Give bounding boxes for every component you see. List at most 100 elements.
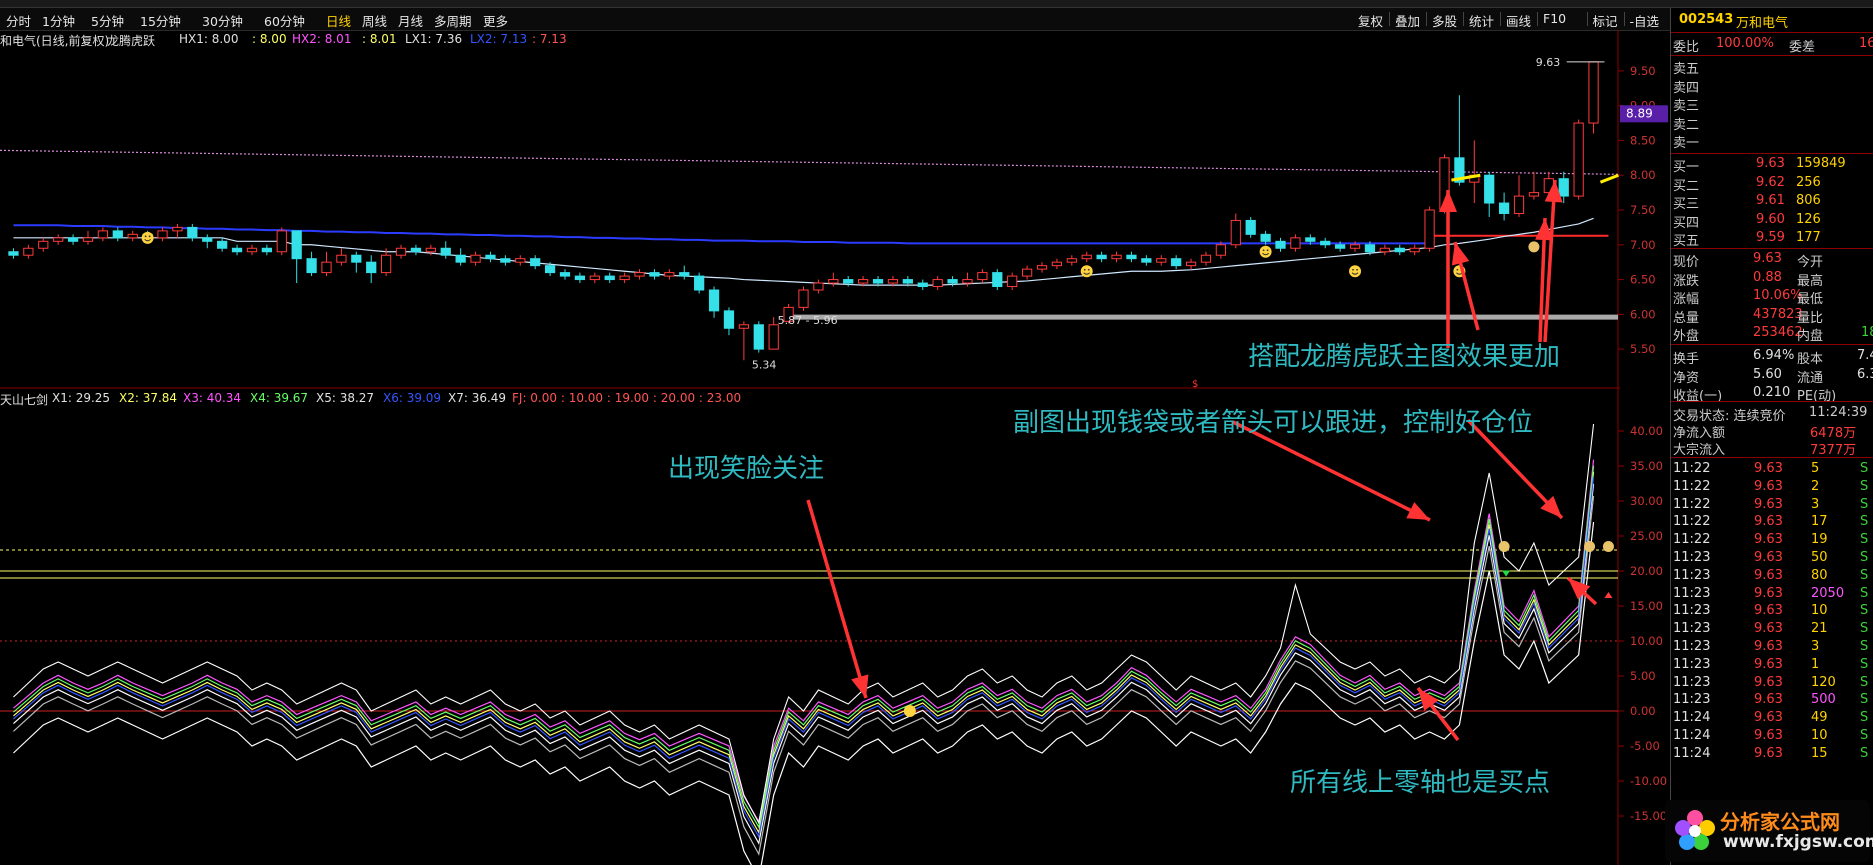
tick-row: 11:23 9.63 21 S <box>1671 621 1873 639</box>
tick-row: 11:23 9.63 80 S <box>1671 568 1873 586</box>
buy-volume: 256 <box>1796 174 1821 190</box>
tick-time: 11:23 <box>1673 692 1711 708</box>
candle-body <box>112 230 123 239</box>
toolbar-button-2[interactable]: 多股 <box>1432 11 1457 30</box>
dollar-mark: $ <box>1192 379 1198 390</box>
tick-time: 11:23 <box>1673 621 1711 637</box>
tick-price: 9.63 <box>1754 478 1783 494</box>
tick-row: 11:22 9.63 17 S <box>1671 514 1873 532</box>
candle-body <box>1230 219 1241 246</box>
current-price-label: 8.89 <box>1626 106 1653 120</box>
stat-value: 0.210 <box>1753 385 1791 401</box>
green-arrow-icon <box>1502 570 1511 577</box>
smiley-icon <box>1259 245 1272 258</box>
candle-body <box>500 258 511 263</box>
tick-side: S <box>1860 478 1869 494</box>
candle-body <box>1588 61 1599 124</box>
oscillator-line-X1 <box>13 521 1595 865</box>
period-tab-2[interactable]: 5分钟 <box>91 11 124 30</box>
candle-body <box>8 251 19 256</box>
toolbar-button-3[interactable]: 统计 <box>1469 11 1494 30</box>
stat-label-2: 股本 <box>1797 352 1824 367</box>
candle-body <box>380 254 392 274</box>
low-price-label: 5.34 <box>752 358 777 371</box>
tick-row: 11:24 9.63 15 S <box>1671 746 1873 764</box>
period-tab-7[interactable]: 周线 <box>362 11 387 30</box>
candle-body <box>306 258 317 274</box>
toolbar-button-6[interactable]: 标记 <box>1593 11 1618 30</box>
period-tab-4[interactable]: 30分钟 <box>202 11 243 30</box>
candle-body <box>276 230 287 253</box>
candle-body <box>246 247 258 253</box>
tick-price: 9.63 <box>1754 532 1783 548</box>
stat-value: 437823 <box>1753 306 1803 322</box>
buy-label: 买三 <box>1673 197 1700 213</box>
buy-price: 9.62 <box>1756 174 1785 190</box>
arrow-smile-head <box>851 674 869 698</box>
kline-chart: 9.509.008.508.007.507.006.506.005.5040.0… <box>0 30 1668 865</box>
candle-body <box>694 275 705 291</box>
candle-body <box>679 272 690 277</box>
weicha-label: 委差 <box>1789 40 1816 55</box>
candle-body <box>1349 244 1361 249</box>
smiley-eye <box>1352 268 1354 271</box>
y-tick-label: 6.50 <box>1630 273 1656 287</box>
tick-row: 11:22 9.63 19 S <box>1671 532 1873 550</box>
tick-time: 11:23 <box>1673 567 1711 583</box>
period-tab-10[interactable]: 更多 <box>483 11 508 30</box>
stat-value: 9.63 <box>1753 251 1782 266</box>
tick-side: S <box>1860 461 1869 476</box>
stat-label-2: 最低 <box>1797 292 1824 308</box>
buy-price: 9.63 <box>1756 156 1785 171</box>
candle-body <box>634 272 645 277</box>
candle-body <box>1573 122 1584 197</box>
candle-body <box>336 254 347 263</box>
smiley-eye <box>144 235 147 238</box>
stat-row: 总量 437823 量比 <box>1671 306 1873 326</box>
stat-row: 涨跌 0.88 最高 <box>1671 270 1873 289</box>
tick-side: S <box>1860 496 1869 512</box>
tick-side: S <box>1860 728 1869 743</box>
smiley-icon <box>141 231 154 244</box>
toolbar-button-4[interactable]: 画线 <box>1506 11 1531 30</box>
candle-body <box>1513 195 1525 214</box>
period-tab-6[interactable]: 日线 <box>326 11 351 30</box>
candle-body <box>351 254 362 263</box>
candle-body <box>947 279 958 284</box>
tick-side: S <box>1860 585 1869 601</box>
period-tab-8[interactable]: 月线 <box>398 11 423 30</box>
smiley-eye <box>148 235 151 238</box>
tick-volume: 15 <box>1811 745 1828 761</box>
logo-url: www.fxjgsw.com <box>1723 832 1873 852</box>
period-tab-9[interactable]: 多周期 <box>434 11 472 30</box>
buy-row: 买二 9.62 256 <box>1671 174 1873 194</box>
candle-body <box>67 237 79 242</box>
tick-price: 9.63 <box>1754 639 1783 654</box>
toolbar-button-5[interactable]: F10 <box>1543 11 1566 26</box>
sub-y-tick-label: -10.00 <box>1630 774 1667 788</box>
tick-side: S <box>1860 567 1869 583</box>
toolbar-button-7[interactable]: -自选 <box>1630 11 1660 30</box>
candle-body <box>962 279 973 284</box>
buy-volume: 177 <box>1796 230 1821 246</box>
tick-time: 11:23 <box>1673 639 1711 654</box>
candle-body <box>1096 254 1107 260</box>
candle-body <box>1021 268 1033 277</box>
tick-row: 11:24 9.63 10 S <box>1671 728 1873 746</box>
candle-body <box>917 282 928 288</box>
trade-time: 11:24:39 <box>1809 405 1868 420</box>
candle-body <box>1424 209 1435 249</box>
toolbar-button-0[interactable]: 复权 <box>1358 11 1383 30</box>
period-tab-3[interactable]: 15分钟 <box>140 11 181 30</box>
candle-body <box>425 247 436 253</box>
sub-y-tick-label: 5.00 <box>1630 669 1656 683</box>
smiley-icon <box>903 705 916 717</box>
period-tab-5[interactable]: 60分钟 <box>264 11 305 30</box>
candle-body <box>470 254 481 263</box>
period-tab-1[interactable]: 1分钟 <box>42 11 75 30</box>
period-tab-0[interactable]: 分时 <box>6 11 31 30</box>
sub-y-tick-label: 40.00 <box>1630 424 1663 438</box>
tick-price: 9.63 <box>1754 550 1783 565</box>
candle-body <box>455 254 466 263</box>
toolbar-button-1[interactable]: 叠加 <box>1395 11 1420 30</box>
